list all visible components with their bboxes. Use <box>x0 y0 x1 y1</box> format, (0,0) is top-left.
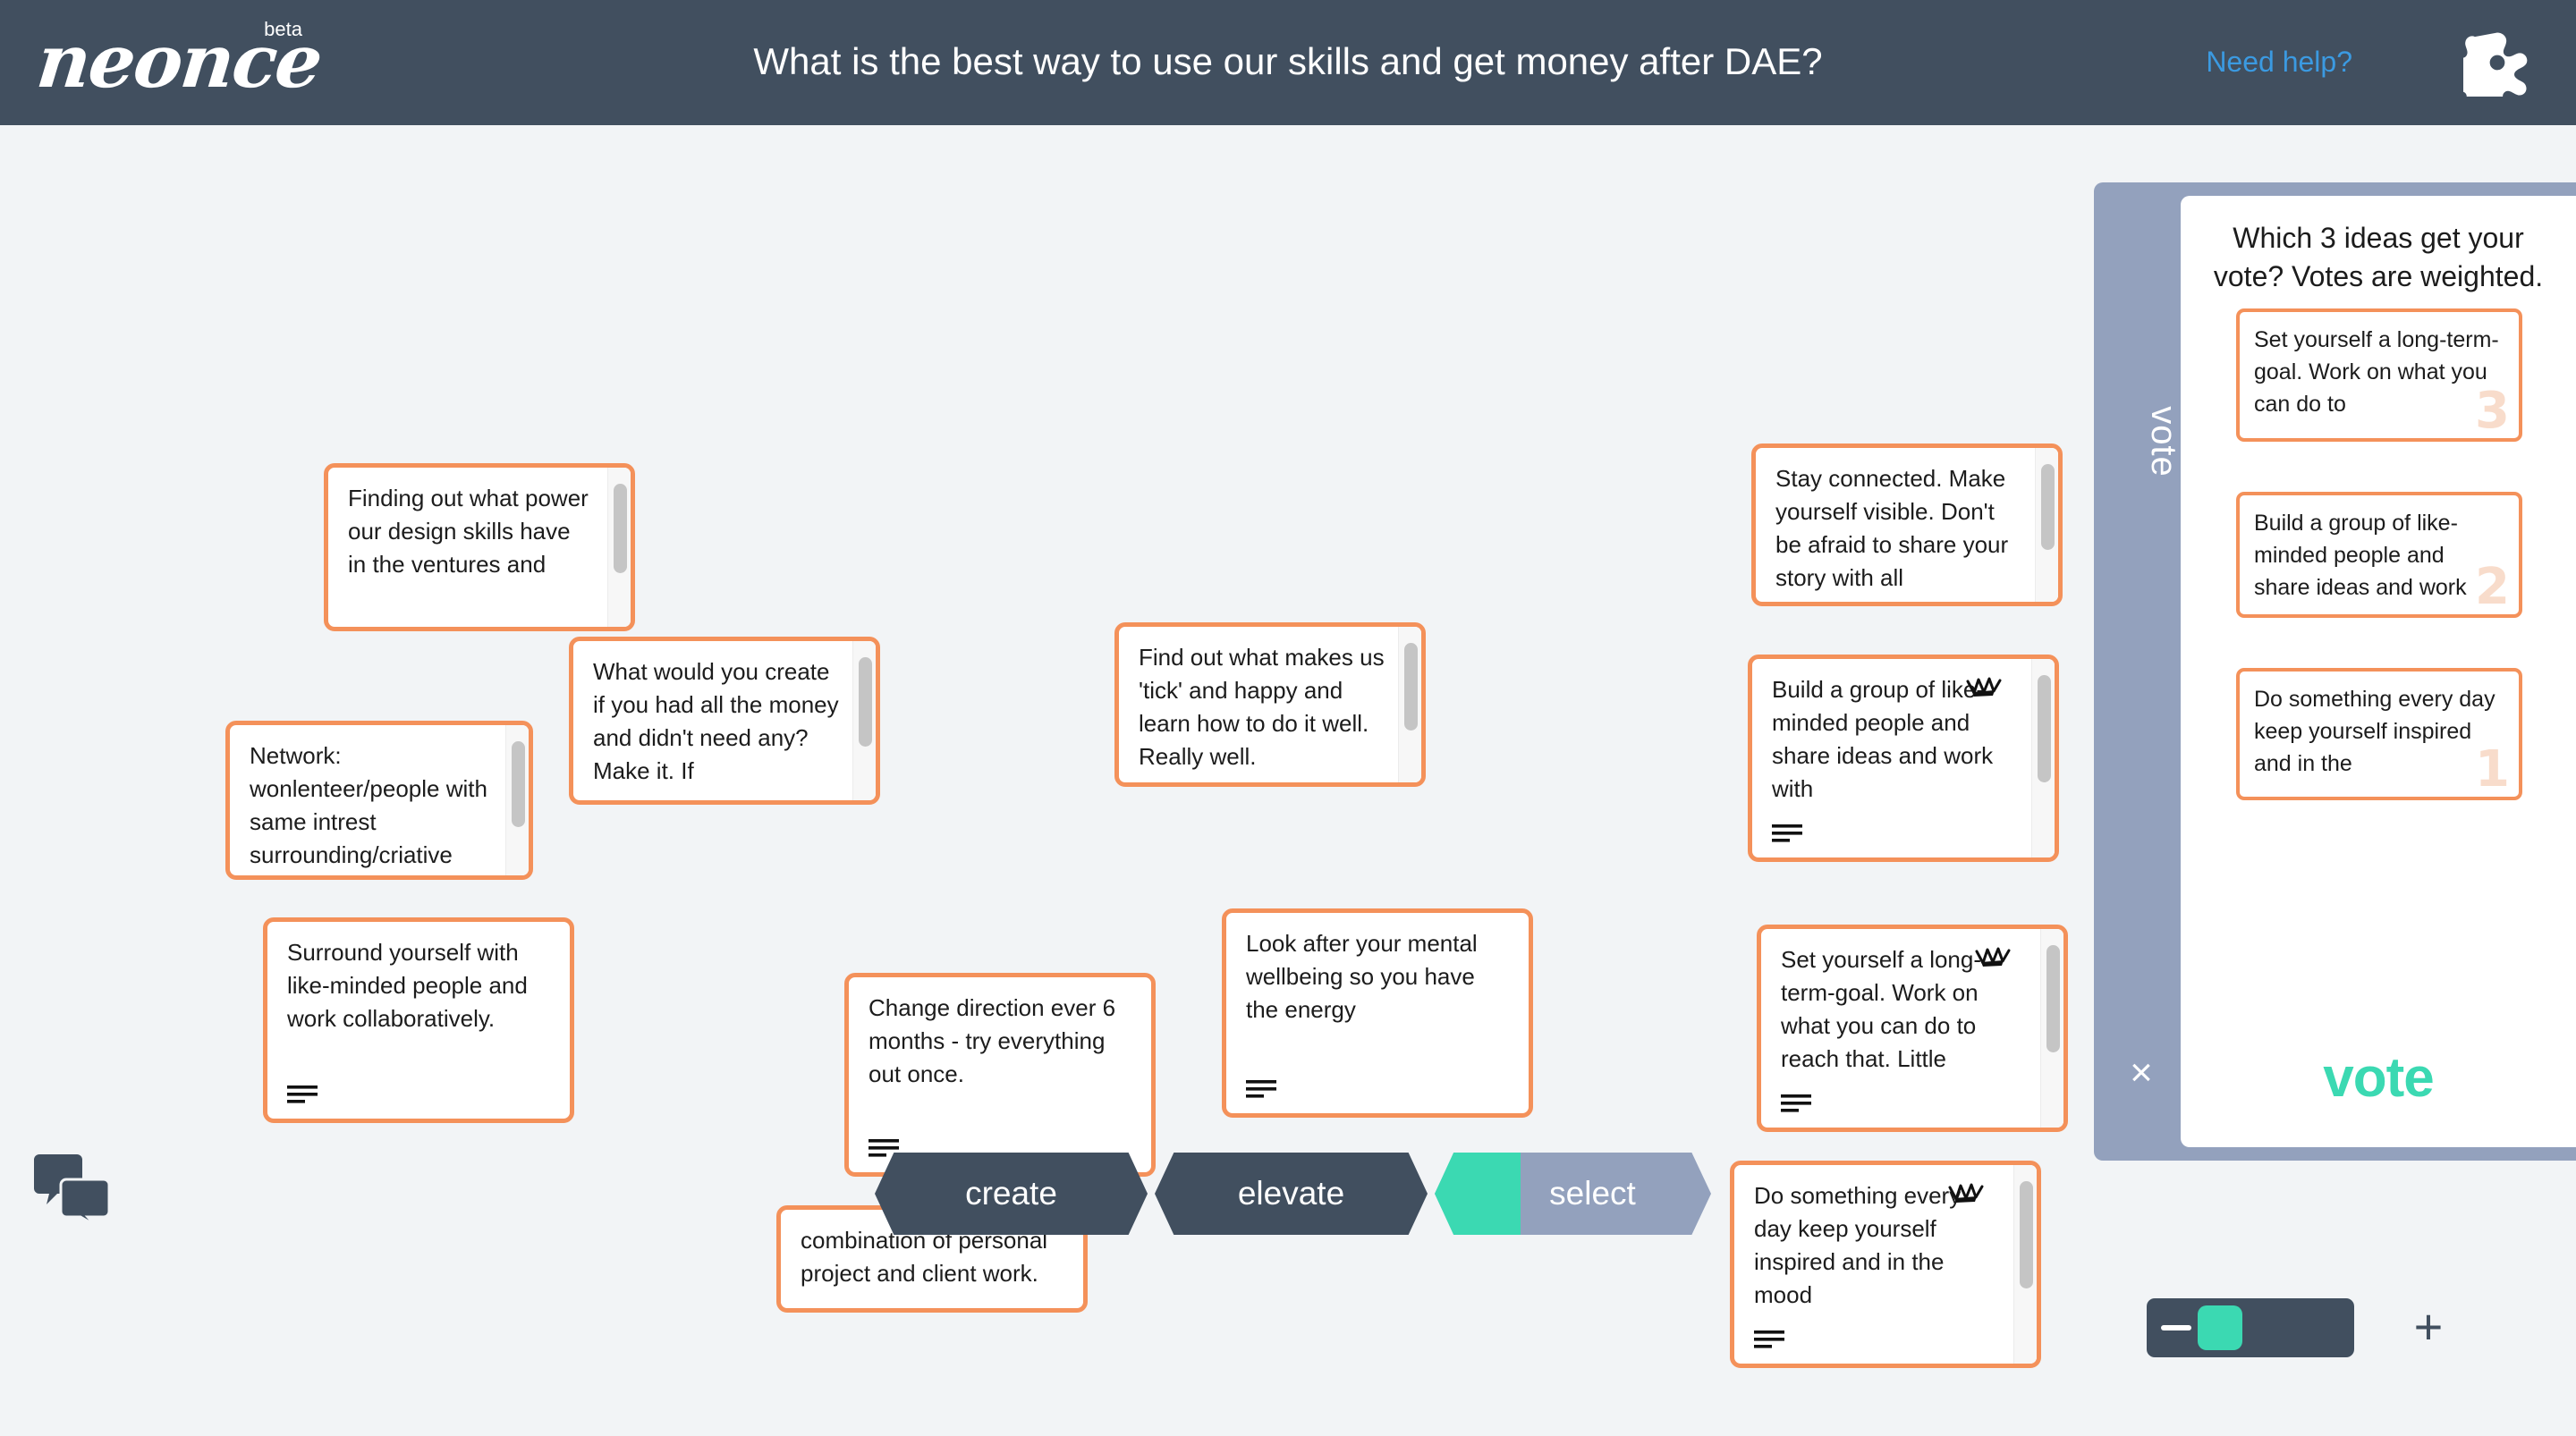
idea-card[interactable]: Finding out what power our design skills… <box>324 463 635 631</box>
vote-rank-number: 1 <box>2475 740 2510 798</box>
card-scrollbar[interactable] <box>2031 659 2055 857</box>
tab-elevate-label: elevate <box>1237 1175 1345 1212</box>
close-icon[interactable]: × <box>2121 1053 2162 1096</box>
idea-card[interactable]: Set yourself a long-term-goal. Work on w… <box>1757 925 2068 1132</box>
card-scrollbar[interactable] <box>607 468 631 627</box>
vote-panel-rail-label: vote <box>2144 406 2183 477</box>
vote-item-text: Do something every day keep yourself ins… <box>2254 687 2496 776</box>
gear-icon[interactable] <box>2444 29 2531 114</box>
note-lines-icon <box>1781 1094 1811 1117</box>
chat-bubbles-icon[interactable] <box>32 1154 111 1228</box>
phase-tab-bar: create elevate select <box>875 1153 1711 1235</box>
card-scrollbar-thumb[interactable] <box>1404 643 1418 731</box>
idea-card-text: Look after your mental wellbeing so you … <box>1246 930 1484 1023</box>
idea-card-text: Finding out what power our design skills… <box>348 485 595 578</box>
vote-panel: vote × Which 3 ideas get your vote? Vote… <box>2094 182 2576 1161</box>
app-header: neonce beta What is the best way to use … <box>0 0 2576 125</box>
idea-card-text: Do something every day keep yourself ins… <box>1754 1182 1968 1308</box>
vote-card: Which 3 ideas get your vote? Votes are w… <box>2181 196 2576 1147</box>
idea-card-text: Stay connected. Make yourself visible. D… <box>1775 465 2015 591</box>
card-scrollbar[interactable] <box>505 725 529 875</box>
idea-card-text: Network: wonlenteer/people with same int… <box>250 742 487 868</box>
idea-card-text: Set yourself a long-term-goal. Work on w… <box>1781 946 1985 1072</box>
zoom-slider[interactable]: + <box>2147 1298 2443 1357</box>
card-scrollbar[interactable] <box>2013 1165 2037 1364</box>
note-lines-icon <box>1246 1079 1276 1102</box>
card-scrollbar[interactable] <box>2040 929 2063 1128</box>
card-scrollbar-thumb[interactable] <box>512 741 525 827</box>
card-scrollbar-thumb[interactable] <box>614 484 627 573</box>
vote-item[interactable]: Do something every day keep yourself ins… <box>2236 668 2522 800</box>
vote-rank-number: 2 <box>2475 558 2510 616</box>
tab-create-label: create <box>965 1175 1057 1212</box>
idea-card[interactable]: What would you create if you had all the… <box>569 637 880 805</box>
idea-card-text: Surround yourself with like-minded peopl… <box>287 939 535 1032</box>
vote-item-text: Set yourself a long-term-goal. Work on w… <box>2254 327 2499 417</box>
vote-item[interactable]: Set yourself a long-term-goal. Work on w… <box>2236 308 2522 442</box>
vote-submit-button[interactable]: vote <box>2181 1046 2576 1110</box>
idea-card[interactable]: Do something every day keep yourself ins… <box>1730 1161 2041 1368</box>
idea-card[interactable]: Find out what makes us 'tick' and happy … <box>1114 622 1426 787</box>
card-scrollbar[interactable] <box>2035 448 2058 602</box>
note-lines-icon <box>1772 824 1802 847</box>
session-question-title: What is the best way to use our skills a… <box>753 40 1823 82</box>
logo-beta-badge: beta <box>264 18 302 40</box>
vote-rank-number: 3 <box>2475 382 2510 440</box>
tab-create[interactable]: create <box>875 1153 1148 1235</box>
need-help-link[interactable]: Need help? <box>2206 46 2352 79</box>
vote-prompt: Which 3 ideas get your vote? Votes are w… <box>2213 222 2544 292</box>
card-scrollbar-thumb[interactable] <box>2038 675 2051 782</box>
idea-card-text: Change direction ever 6 months - try eve… <box>869 994 1123 1087</box>
tab-select-label: select <box>1549 1175 1636 1212</box>
card-scrollbar-thumb[interactable] <box>2046 945 2060 1052</box>
note-lines-icon <box>287 1085 318 1108</box>
idea-card-text: Build a group of like-minded people and … <box>1772 676 2000 802</box>
card-scrollbar-thumb[interactable] <box>859 657 872 747</box>
vote-item-text: Build a group of like-minded people and … <box>2254 511 2467 600</box>
idea-card[interactable]: Network: wonlenteer/people with same int… <box>225 721 533 880</box>
note-lines-icon <box>1754 1330 1784 1353</box>
idea-card[interactable]: Look after your mental wellbeing so you … <box>1222 908 1533 1118</box>
app-logo[interactable]: neonce beta <box>33 13 333 111</box>
idea-card-text: Find out what makes us 'tick' and happy … <box>1139 644 1385 770</box>
vote-item[interactable]: Build a group of like-minded people and … <box>2236 492 2522 618</box>
card-scrollbar-thumb[interactable] <box>2041 464 2055 550</box>
idea-card[interactable]: Change direction ever 6 months - try eve… <box>844 973 1156 1177</box>
idea-card[interactable]: Stay connected. Make yourself visible. D… <box>1751 443 2063 606</box>
card-scrollbar[interactable] <box>852 641 876 800</box>
tab-select[interactable]: select <box>1435 1153 1711 1235</box>
zoom-slider-handle[interactable] <box>2198 1305 2242 1350</box>
zoom-out-icon[interactable] <box>2161 1325 2191 1330</box>
card-scrollbar-thumb[interactable] <box>2020 1181 2033 1288</box>
idea-card-text: What would you create if you had all the… <box>593 658 839 784</box>
tab-elevate[interactable]: elevate <box>1155 1153 1428 1235</box>
zoom-in-icon[interactable]: + <box>2404 1302 2453 1352</box>
card-scrollbar[interactable] <box>1398 627 1421 782</box>
idea-card[interactable]: Build a group of like-minded people and … <box>1748 655 2059 862</box>
idea-card[interactable]: Surround yourself with like-minded peopl… <box>263 917 574 1123</box>
